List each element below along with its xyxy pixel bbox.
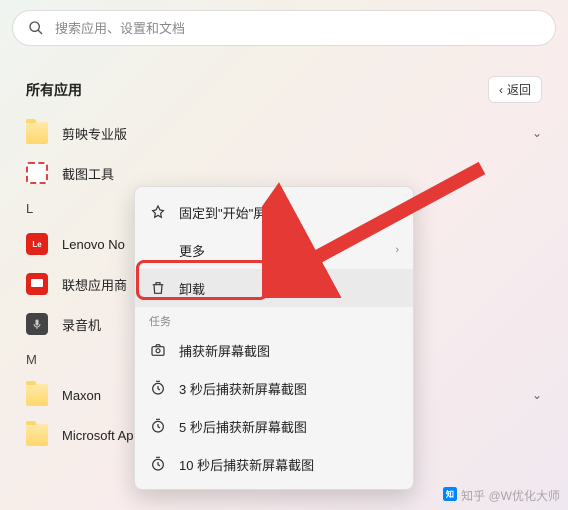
menu-task-capture[interactable]: 捕获新屏幕截图 xyxy=(135,331,413,369)
menu-uninstall[interactable]: 卸载 xyxy=(135,269,413,307)
back-button[interactable]: ‹ 返回 xyxy=(488,76,542,103)
folder-icon xyxy=(26,384,48,406)
menu-tasks-header: 任务 xyxy=(135,307,413,331)
header: 所有应用 ‹ 返回 xyxy=(0,56,568,113)
menu-task-3s[interactable]: 3 秒后捕获新屏幕截图 xyxy=(135,369,413,407)
menu-label: 5 秒后捕获新屏幕截图 xyxy=(179,417,307,436)
search-bar[interactable] xyxy=(12,10,556,46)
menu-task-5s[interactable]: 5 秒后捕获新屏幕截图 xyxy=(135,407,413,445)
lenovo-icon: Le xyxy=(26,233,48,255)
snipping-icon xyxy=(26,162,48,184)
app-list: 剪映专业版 ⌄ 截图工具 xyxy=(0,113,568,193)
menu-more[interactable]: 更多 › xyxy=(135,231,413,269)
app-label: 剪映专业版 xyxy=(62,124,518,143)
context-menu: 固定到"开始"屏幕 更多 › 卸载 任务 捕获新屏幕截图 3 秒后捕获新屏幕截图… xyxy=(134,186,414,490)
timer-icon xyxy=(149,379,167,397)
menu-pin-to-start[interactable]: 固定到"开始"屏幕 xyxy=(135,193,413,231)
folder-icon xyxy=(26,122,48,144)
app-label: 截图工具 xyxy=(62,164,542,183)
store-icon xyxy=(26,273,48,295)
timer-icon xyxy=(149,417,167,435)
pin-icon xyxy=(149,203,167,221)
timer-icon xyxy=(149,455,167,473)
app-item-jianying[interactable]: 剪映专业版 ⌄ xyxy=(14,113,554,153)
svg-text:知: 知 xyxy=(445,489,454,499)
menu-label: 10 秒后捕获新屏幕截图 xyxy=(179,455,314,474)
zhihu-icon: 知 xyxy=(443,487,457,504)
chevron-left-icon: ‹ xyxy=(499,83,503,97)
search-icon xyxy=(27,19,45,37)
watermark-text: 知乎 @W优化大师 xyxy=(461,487,560,504)
camera-icon xyxy=(149,341,167,359)
menu-label: 卸载 xyxy=(179,279,205,298)
menu-label: 固定到"开始"屏幕 xyxy=(179,203,279,222)
blank-icon xyxy=(149,241,167,259)
menu-label: 更多 xyxy=(179,241,205,260)
menu-label: 捕获新屏幕截图 xyxy=(179,341,270,360)
folder-icon xyxy=(26,424,48,446)
menu-label: 3 秒后捕获新屏幕截图 xyxy=(179,379,307,398)
chevron-down-icon: ⌄ xyxy=(532,388,542,402)
back-label: 返回 xyxy=(507,81,531,98)
menu-task-10s[interactable]: 10 秒后捕获新屏幕截图 xyxy=(135,445,413,483)
all-apps-title: 所有应用 xyxy=(26,80,82,100)
search-input[interactable] xyxy=(55,21,541,36)
trash-icon xyxy=(149,279,167,297)
watermark: 知 知乎 @W优化大师 xyxy=(443,487,560,504)
microphone-icon xyxy=(26,313,48,335)
chevron-right-icon: › xyxy=(395,244,399,256)
chevron-down-icon: ⌄ xyxy=(532,126,542,140)
